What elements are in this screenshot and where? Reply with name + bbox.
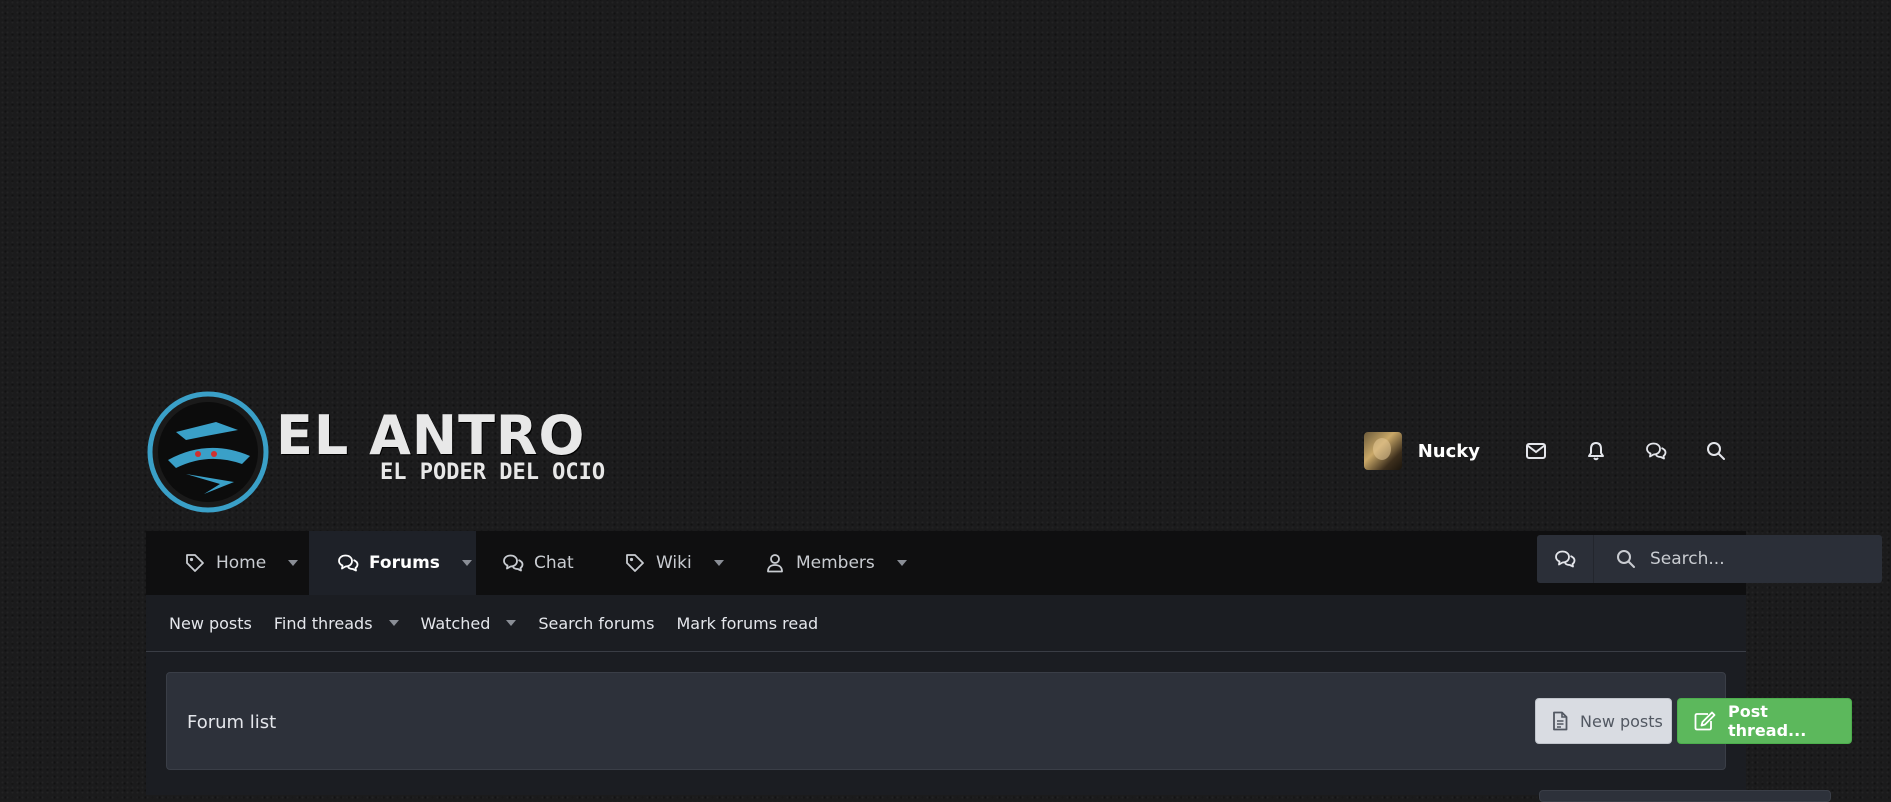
subnav-watched-label: Watched — [420, 613, 491, 633]
tag-icon — [624, 552, 646, 574]
chevron-down-icon[interactable] — [896, 560, 907, 566]
search-icon — [1707, 442, 1725, 460]
tab-home[interactable]: Home — [146, 531, 309, 595]
subnav-new-posts[interactable]: New posts — [169, 614, 252, 633]
user-avatar[interactable] — [1363, 432, 1402, 470]
main-nav: Home Forums Chat Wiki Members — [146, 531, 1882, 595]
user-bar: Nucky — [1363, 428, 1746, 474]
comments-icon — [502, 552, 524, 574]
new-posts-button[interactable]: New posts — [1535, 698, 1672, 744]
nav-search — [1537, 535, 1882, 583]
logo-subtitle: EL PODER DEL OCIO — [380, 460, 606, 485]
page-title: Forum list — [187, 711, 277, 733]
page-title-bar: Forum list New posts Post thread... — [166, 672, 1852, 770]
comments-icon — [337, 552, 359, 574]
envelope-icon — [1526, 443, 1546, 459]
search-icon — [1616, 549, 1636, 569]
subnav-watched[interactable]: Watched — [421, 614, 517, 633]
tab-home-label: Home — [216, 553, 267, 573]
logo-title: EL ANTRO — [276, 404, 586, 467]
logo-emblem-icon — [147, 391, 269, 513]
edit-icon — [1694, 711, 1716, 731]
subnav-search-forums[interactable]: Search forums — [538, 614, 654, 633]
subnav-mark-forums-read[interactable]: Mark forums read — [676, 614, 818, 633]
bell-icon — [1588, 442, 1604, 461]
new-posts-button-label: New posts — [1580, 711, 1663, 731]
tab-members[interactable]: Members — [764, 531, 907, 595]
subnav-find-threads-label: Find threads — [273, 613, 373, 633]
tab-wiki[interactable]: Wiki — [624, 531, 724, 595]
chevron-down-icon[interactable] — [288, 560, 299, 566]
search-input[interactable] — [1648, 548, 1882, 570]
site-header: EL ANTRO EL PODER DEL OCIO Nucky — [146, 390, 1746, 530]
chevron-down-icon[interactable] — [506, 620, 517, 626]
sub-nav: New posts Find threads Watched Search fo… — [146, 595, 1746, 652]
comments-icon — [1555, 550, 1576, 568]
tab-members-label: Members — [796, 553, 875, 573]
user-icon — [764, 552, 786, 574]
tag-icon — [184, 552, 206, 574]
sidebar-block — [1539, 790, 1831, 802]
subnav-find-threads[interactable]: Find threads — [274, 614, 399, 633]
tab-forums[interactable]: Forums — [309, 531, 476, 595]
chevron-down-icon[interactable] — [713, 560, 724, 566]
file-icon — [1552, 711, 1568, 731]
site-logo[interactable]: EL ANTRO EL PODER DEL OCIO — [146, 390, 605, 515]
conversations-button[interactable] — [1626, 428, 1686, 474]
tab-wiki-label: Wiki — [656, 553, 692, 573]
tab-forums-label: Forums — [369, 553, 440, 573]
page-content: Forum list New posts Post thread... — [146, 652, 1852, 802]
username-link[interactable]: Nucky — [1418, 441, 1480, 462]
header-search-button[interactable] — [1686, 428, 1746, 474]
post-thread-button-label: Post thread... — [1728, 702, 1807, 740]
comments-icon — [1646, 442, 1667, 460]
search-scope-button[interactable] — [1537, 535, 1594, 583]
post-thread-button[interactable]: Post thread... — [1677, 698, 1852, 744]
tab-chat-label: Chat — [534, 553, 574, 573]
chevron-down-icon[interactable] — [388, 620, 399, 626]
inbox-button[interactable] — [1506, 428, 1566, 474]
chevron-down-icon[interactable] — [461, 560, 472, 566]
tab-chat[interactable]: Chat — [502, 531, 574, 595]
alerts-button[interactable] — [1566, 428, 1626, 474]
